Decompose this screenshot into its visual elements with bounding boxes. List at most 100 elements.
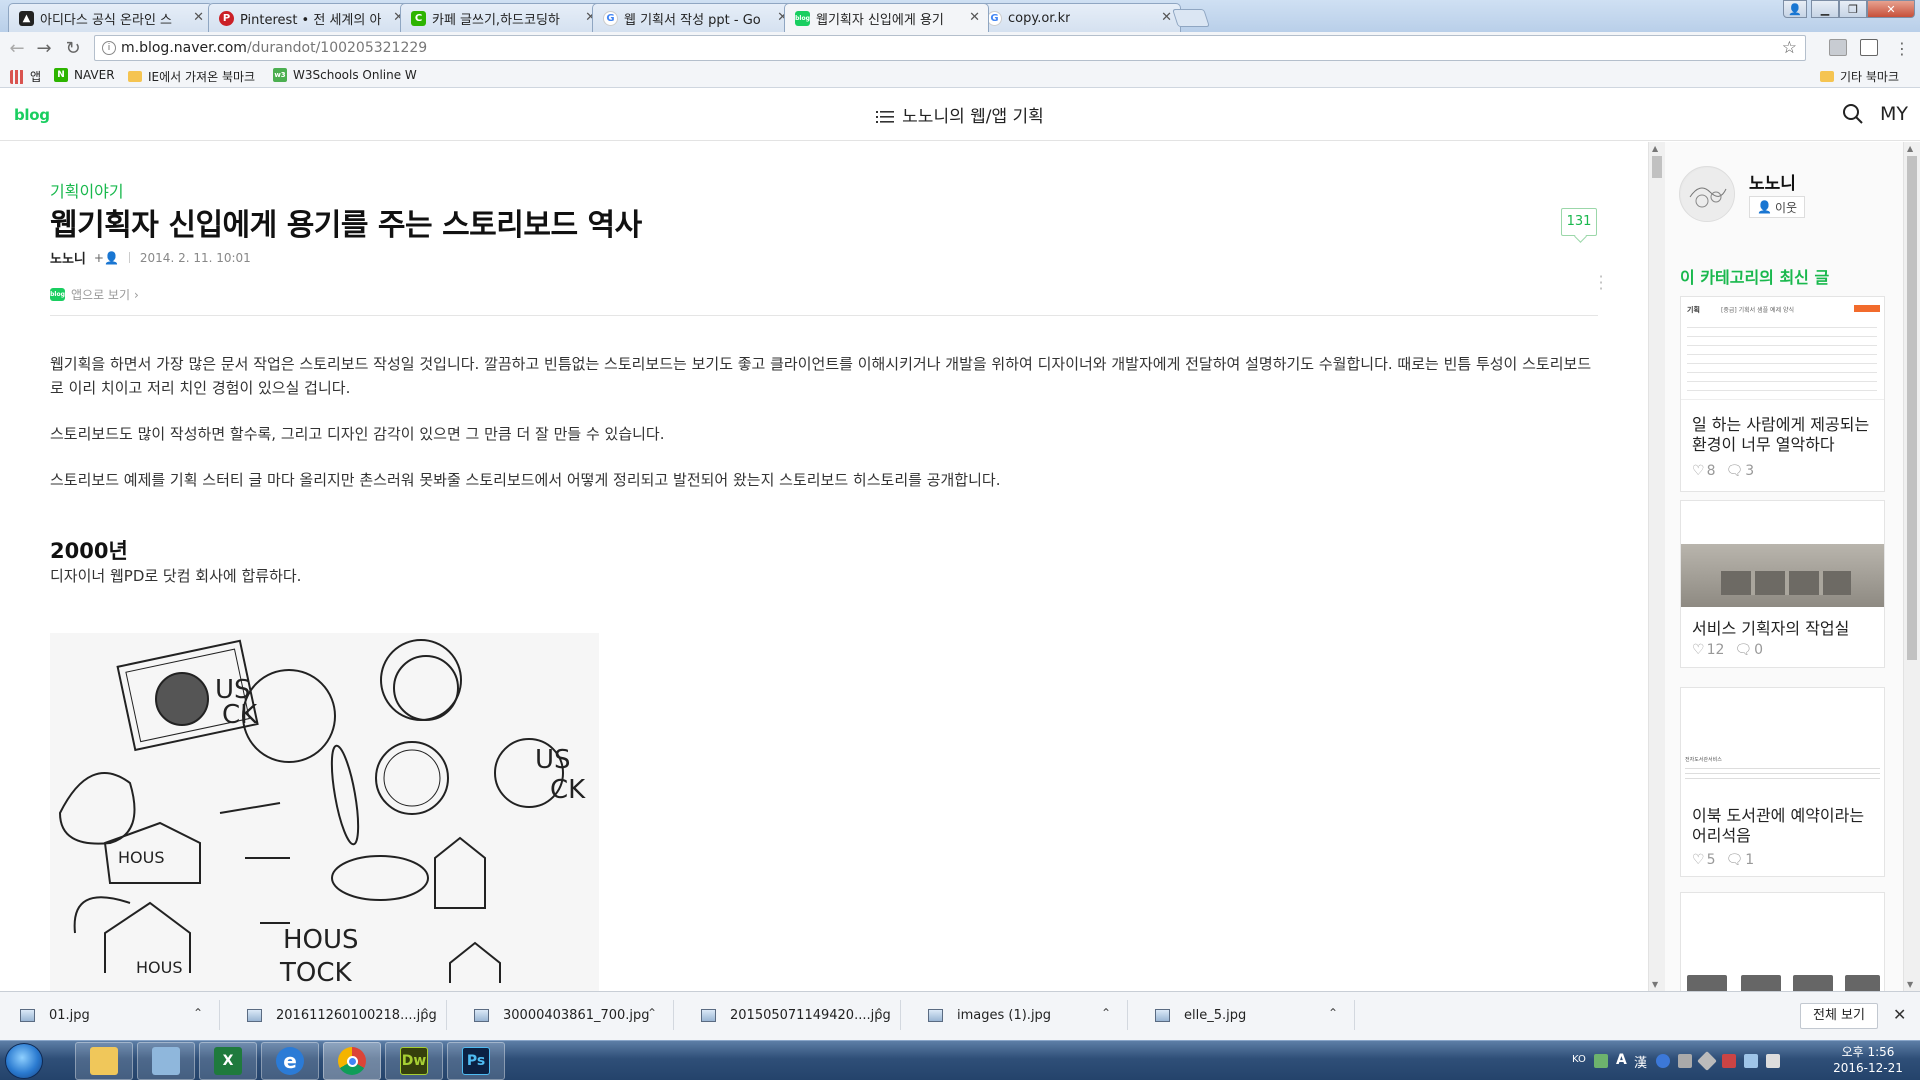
chevron-up-icon[interactable]: ⌃ — [1101, 1006, 1111, 1020]
heart-icon: ♡ — [1692, 463, 1705, 479]
speaker-icon[interactable] — [1766, 1054, 1780, 1068]
sidebar-scrollbar[interactable]: ▲ ▼ — [1903, 142, 1920, 991]
download-filename: images (1).jpg — [957, 1007, 1052, 1023]
chevron-up-icon[interactable]: ⌃ — [1328, 1006, 1338, 1020]
scroll-up-icon[interactable]: ▲ — [1652, 144, 1658, 153]
window-close-button[interactable]: ✕ — [1867, 0, 1915, 18]
profile-name[interactable]: 노노니 — [1749, 169, 1796, 194]
taskbar-app-notepad[interactable] — [137, 1042, 195, 1080]
latest-post-card[interactable] — [1680, 892, 1885, 991]
blog-sidebar: 노노니 👤 이웃 이 카테고리의 최신 글 기획 [중급] 기획서 샘플 예제 양… — [1665, 142, 1903, 991]
download-item[interactable]: 201611260100218....jpg ⌃ — [227, 1000, 447, 1030]
cast-icon[interactable] — [1860, 39, 1878, 56]
minimize-button[interactable]: ▁ — [1811, 0, 1839, 18]
taskbar-app-explorer[interactable] — [75, 1042, 133, 1080]
like-count: 5 — [1706, 852, 1716, 868]
menu-kebab-icon[interactable]: ⋮ — [1891, 37, 1913, 59]
taskbar-app-chrome[interactable] — [323, 1042, 381, 1080]
post-category[interactable]: 기획이야기 — [50, 178, 124, 202]
extension-icon[interactable] — [1829, 39, 1847, 56]
reload-icon[interactable]: ↻ — [62, 37, 84, 59]
maximize-button[interactable]: ❐ — [1839, 0, 1867, 18]
scroll-down-icon[interactable]: ▼ — [1652, 980, 1658, 989]
more-options-icon[interactable]: · · · — [1598, 269, 1604, 297]
download-item[interactable]: 01.jpg ⌃ — [0, 1000, 220, 1030]
content-scrollbar[interactable]: ▲ ▼ — [1648, 142, 1665, 991]
download-item[interactable]: images (1).jpg ⌃ — [908, 1000, 1128, 1030]
tab-blog-active[interactable]: blog 웹기획자 신입에게 용기 ✕ — [784, 3, 989, 32]
heart-icon: ♡ — [1692, 642, 1705, 658]
card-title: 일 하는 사람에게 제공되는 환경이 너무 열악하다 — [1692, 415, 1870, 454]
network-icon[interactable] — [1594, 1054, 1608, 1068]
other-bookmarks[interactable]: 기타 북마크 — [1820, 68, 1899, 85]
chevron-up-icon[interactable]: ⌃ — [420, 1006, 430, 1020]
tab-copy[interactable]: G copy.or.kr ✕ — [976, 3, 1181, 32]
sketch-text: CK — [222, 700, 258, 730]
add-neighbor-button[interactable]: 👤 이웃 — [1749, 196, 1806, 218]
bookmark-w3schools[interactable]: w3 W3Schools Online W — [273, 68, 417, 82]
tab-adidas[interactable]: ▲ 아디다스 공식 온라인 스 ✕ — [8, 3, 213, 32]
latest-post-card[interactable]: 기획 [중급] 기획서 샘플 예제 양식 일 하는 사람에게 제공되는 환경이 … — [1680, 296, 1885, 492]
my-button[interactable]: MY — [1880, 103, 1908, 125]
scrollbar-thumb[interactable] — [1907, 156, 1917, 660]
app-view-link[interactable]: blog 앱으로 보기 › — [50, 286, 139, 303]
blog-title[interactable]: 노노니의 웹/앱 기획 — [0, 102, 1920, 127]
profile-icon[interactable]: 👤 — [1783, 0, 1807, 18]
info-icon[interactable]: i — [102, 41, 116, 55]
naver-blog-icon: blog — [795, 10, 810, 26]
scroll-down-icon[interactable]: ▼ — [1907, 980, 1913, 989]
thumb-lines — [1685, 764, 1880, 782]
pen-icon[interactable] — [1697, 1051, 1717, 1071]
sketch-text: HOUS — [118, 848, 165, 867]
close-icon[interactable]: ✕ — [1161, 10, 1172, 25]
taskbar-app-photoshop[interactable]: Ps — [447, 1042, 505, 1080]
taskbar-app-excel[interactable]: X — [199, 1042, 257, 1080]
download-item[interactable]: 30000403861_700.jpg ⌃ — [454, 1000, 674, 1030]
tray-lang[interactable]: KO — [1572, 1054, 1586, 1065]
show-all-downloads-button[interactable]: 전체 보기 — [1800, 1003, 1878, 1029]
avatar[interactable] — [1679, 166, 1735, 222]
download-item[interactable]: elle_5.jpg ⌃ — [1135, 1000, 1355, 1030]
thumb-block — [1741, 975, 1781, 991]
follow-button[interactable]: +👤 — [94, 251, 119, 265]
close-icon[interactable]: ✕ — [1893, 1005, 1906, 1024]
start-button[interactable] — [5, 1043, 43, 1079]
scroll-up-icon[interactable]: ▲ — [1907, 144, 1913, 153]
tab-cafe[interactable]: C 카페 글쓰기,하드코딩하 ✕ — [400, 3, 605, 32]
close-icon[interactable]: ✕ — [969, 10, 980, 25]
security-icon[interactable] — [1722, 1054, 1736, 1068]
photoshop-icon: Ps — [462, 1047, 490, 1075]
address-bar[interactable]: i m.blog.naver.com/durandot/100205321229… — [94, 35, 1806, 61]
download-item[interactable]: 201505071149420....jpg ⌃ — [681, 1000, 901, 1030]
workspace-desk — [1721, 571, 1851, 595]
taskbar-app-dreamweaver[interactable]: Dw — [385, 1042, 443, 1080]
latest-post-card[interactable]: 전자도서관서비스 이북 도서관에 예약이라는 어리석음 ♡ 5 🗨 1 — [1680, 687, 1885, 877]
tab-google-ppt[interactable]: G 웹 기획서 작성 ppt - Go ✕ — [592, 3, 797, 32]
search-icon[interactable] — [1842, 103, 1864, 125]
bookmark-naver[interactable]: N NAVER — [54, 68, 115, 82]
chevron-up-icon[interactable]: ⌃ — [193, 1006, 203, 1020]
scrollbar-thumb[interactable] — [1652, 156, 1662, 178]
close-icon[interactable]: ✕ — [193, 10, 204, 25]
back-icon[interactable]: ← — [6, 37, 28, 59]
tray-ime[interactable]: 漢 — [1634, 1052, 1647, 1071]
comment-count-badge[interactable]: 131 — [1561, 208, 1597, 236]
help-icon[interactable] — [1656, 1054, 1670, 1068]
taskbar-clock[interactable]: 오후 1:56 2016-12-21 — [1820, 1044, 1916, 1076]
app-view-label: 앱으로 보기 — [71, 288, 131, 302]
bookmark-ie-folder[interactable]: IE에서 가져온 북마크 — [128, 68, 255, 85]
tray-options-icon[interactable] — [1678, 1054, 1692, 1068]
internet-explorer-icon: e — [276, 1047, 304, 1075]
new-tab-button[interactable] — [1172, 9, 1210, 27]
taskbar-app-ie[interactable]: e — [261, 1042, 319, 1080]
chevron-up-icon[interactable]: ⌃ — [647, 1006, 657, 1020]
bookmark-star-icon[interactable]: ☆ — [1782, 38, 1797, 58]
forward-icon[interactable]: → — [33, 37, 55, 59]
chevron-up-icon[interactable]: ⌃ — [874, 1006, 884, 1020]
tab-pinterest[interactable]: P Pinterest • 전 세계의 아 ✕ — [208, 3, 413, 32]
tray-a[interactable]: A — [1616, 1052, 1627, 1068]
author-name[interactable]: 노노니 — [50, 248, 86, 267]
latest-post-card[interactable]: 서비스 기획자의 작업실 ♡ 12 🗨 0 — [1680, 500, 1885, 668]
monitor-icon[interactable] — [1744, 1054, 1758, 1068]
bookmark-apps[interactable]: 앱 — [10, 68, 41, 85]
